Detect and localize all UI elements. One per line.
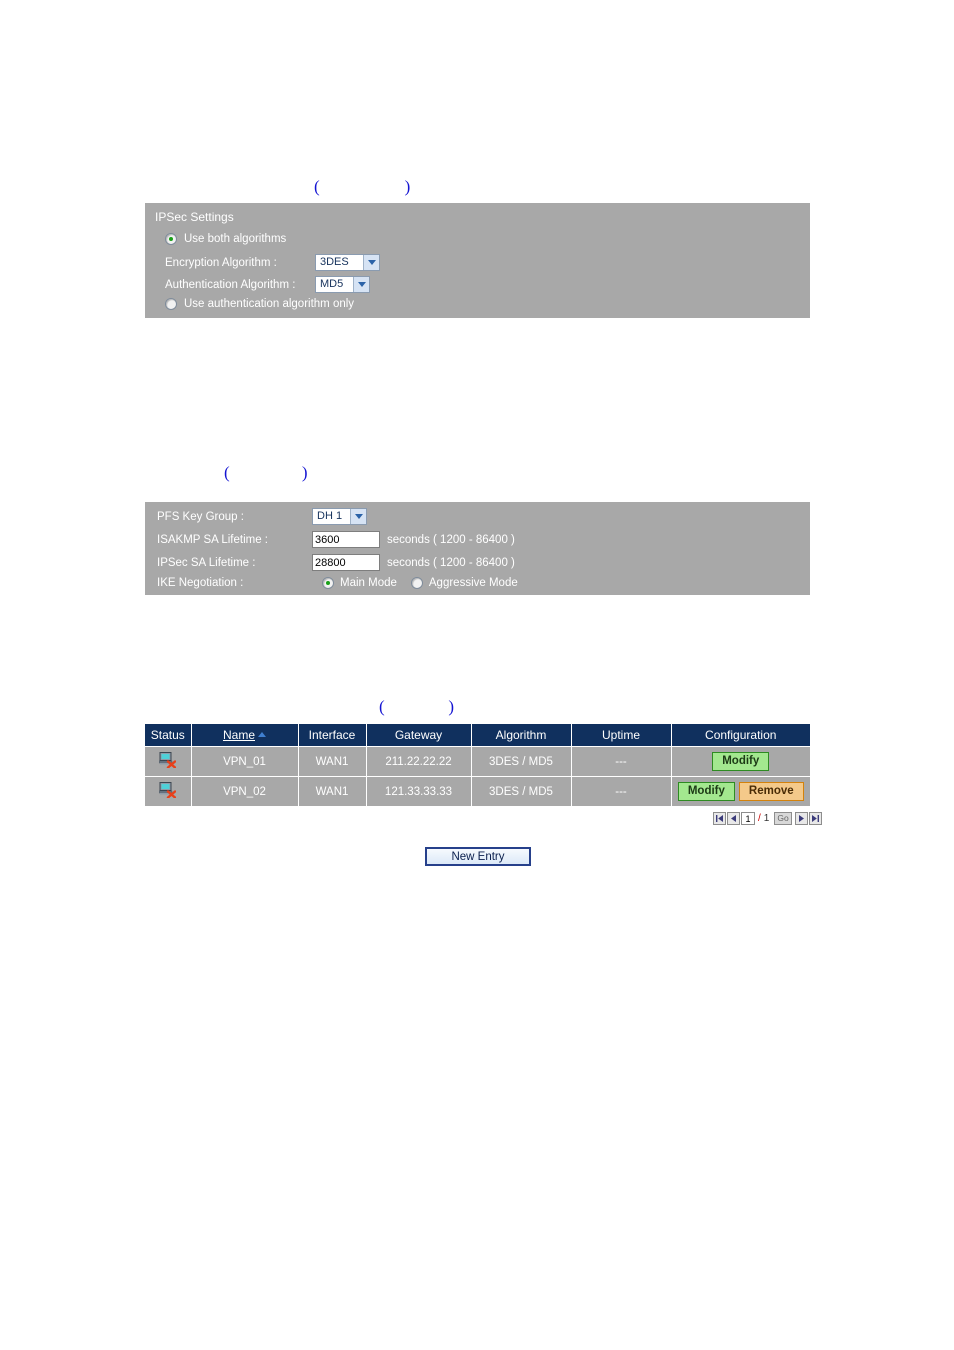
encryption-algorithm-select[interactable]: 3DES <box>315 254 380 271</box>
cell-configuration: Modify Remove <box>671 776 810 806</box>
modify-button[interactable]: Modify <box>677 782 735 801</box>
pfs-key-group-row: PFS Key Group : DH 1 <box>157 508 367 525</box>
isakmp-sa-lifetime-label: ISAKMP SA Lifetime : <box>157 533 269 546</box>
ike-negotiation-row: IKE Negotiation : Main Mode Aggressive M… <box>157 577 518 589</box>
radio-aggressive-mode[interactable] <box>410 577 423 589</box>
ike-main-mode-option[interactable]: Main Mode <box>322 577 397 589</box>
chevron-down-icon[interactable] <box>363 255 379 270</box>
authentication-algorithm-value: MD5 <box>320 278 344 290</box>
use-both-algorithms-option[interactable]: Use both algorithms <box>165 233 286 245</box>
authentication-algorithm-row: Authentication Algorithm : MD5 <box>165 276 370 293</box>
caption-ipsec-settings: ( ) <box>314 177 411 196</box>
ipsec-settings-panel: IPSec Settings Use both algorithms Encry… <box>145 203 810 318</box>
advanced-settings-panel: PFS Key Group : DH 1 ISAKMP SA Lifetime … <box>145 502 810 595</box>
caption-advanced-settings: ( ) <box>224 463 308 482</box>
encryption-algorithm-value: 3DES <box>320 256 349 268</box>
cell-status <box>145 776 192 806</box>
column-header-algorithm: Algorithm <box>471 724 572 747</box>
encryption-algorithm-label: Encryption Algorithm : <box>165 256 277 269</box>
table-row: VPN_02 WAN1 121.33.33.33 3DES / MD5 --- … <box>145 776 810 806</box>
cell-interface: WAN1 <box>298 776 367 806</box>
cell-algorithm: 3DES / MD5 <box>471 746 572 777</box>
cell-gateway: 211.22.22.22 <box>366 746 472 777</box>
main-mode-label: Main Mode <box>340 577 397 589</box>
caption-vpn-list: ( ) <box>379 697 455 716</box>
vpn-tunnel-table: Status Name Interface Gateway Algorithm … <box>145 724 810 806</box>
radio-main-mode[interactable] <box>322 577 334 589</box>
cell-uptime: --- <box>571 746 672 777</box>
column-header-name[interactable]: Name <box>191 724 299 747</box>
table-header-row: Status Name Interface Gateway Algorithm … <box>145 724 810 747</box>
go-button[interactable]: Go <box>774 812 792 825</box>
last-page-icon[interactable] <box>808 812 822 825</box>
ipsec-settings-title: IPSec Settings <box>155 210 234 224</box>
sort-by-name-link[interactable]: Name <box>223 728 255 742</box>
column-header-uptime: Uptime <box>571 724 672 747</box>
pfs-key-group-select[interactable]: DH 1 <box>312 508 367 525</box>
pfs-key-group-value: DH 1 <box>317 510 343 522</box>
ipsec-sa-lifetime-input[interactable] <box>312 554 380 571</box>
chevron-down-icon[interactable] <box>350 509 366 524</box>
isakmp-sa-lifetime-row: ISAKMP SA Lifetime : seconds ( 1200 - 86… <box>157 531 515 548</box>
column-header-gateway: Gateway <box>366 724 472 747</box>
chevron-down-icon[interactable] <box>353 277 369 292</box>
ipsec-sa-lifetime-row: IPSec SA Lifetime : seconds ( 1200 - 864… <box>157 554 515 571</box>
computer-disconnected-icon <box>159 752 177 769</box>
aggressive-mode-label: Aggressive Mode <box>428 577 518 589</box>
cell-name: VPN_01 <box>191 746 299 777</box>
previous-page-icon[interactable] <box>727 812 740 825</box>
column-header-configuration: Configuration <box>671 724 810 747</box>
authentication-algorithm-label: Authentication Algorithm : <box>165 278 296 291</box>
radio-use-authentication-only[interactable] <box>165 298 177 310</box>
ike-aggressive-mode-option[interactable]: Aggressive Mode <box>410 577 518 589</box>
column-header-status: Status <box>145 724 192 747</box>
new-entry-button[interactable]: New Entry <box>425 847 531 866</box>
total-pages-label: 1 <box>763 813 770 824</box>
first-page-icon[interactable] <box>713 812 726 825</box>
use-authentication-only-option[interactable]: Use authentication algorithm only <box>165 298 354 310</box>
isakmp-sa-lifetime-input[interactable] <box>312 531 380 548</box>
pfs-key-group-label: PFS Key Group : <box>157 510 244 523</box>
cell-uptime: --- <box>571 776 672 806</box>
cell-algorithm: 3DES / MD5 <box>471 776 572 806</box>
ipsec-sa-lifetime-hint: seconds ( 1200 - 86400 ) <box>387 556 515 569</box>
ike-negotiation-label: IKE Negotiation : <box>157 577 244 589</box>
pagination-control: / 1 Go <box>713 812 822 825</box>
use-authentication-only-label: Use authentication algorithm only <box>184 298 355 310</box>
page-separator: / <box>758 813 761 824</box>
new-entry-label: New Entry <box>451 850 505 863</box>
table-row: VPN_01 WAN1 211.22.22.22 3DES / MD5 --- … <box>145 746 810 777</box>
radio-use-both-algorithms[interactable] <box>165 233 177 245</box>
cell-status <box>145 746 192 777</box>
cell-gateway: 121.33.33.33 <box>366 776 472 806</box>
ipsec-sa-lifetime-label: IPSec SA Lifetime : <box>157 556 256 569</box>
use-both-algorithms-label: Use both algorithms <box>184 233 287 245</box>
encryption-algorithm-row: Encryption Algorithm : 3DES <box>165 254 380 271</box>
authentication-algorithm-select[interactable]: MD5 <box>315 276 370 293</box>
modify-button[interactable]: Modify <box>712 752 770 771</box>
computer-disconnected-icon <box>159 782 177 799</box>
sort-ascending-icon <box>258 732 266 737</box>
next-page-icon[interactable] <box>794 812 808 825</box>
cell-configuration: Modify <box>671 746 810 777</box>
remove-button[interactable]: Remove <box>738 782 804 801</box>
isakmp-sa-lifetime-hint: seconds ( 1200 - 86400 ) <box>387 533 515 546</box>
cell-name: VPN_02 <box>191 776 299 806</box>
page-number-input[interactable] <box>741 812 755 825</box>
cell-interface: WAN1 <box>298 746 367 777</box>
column-header-interface: Interface <box>298 724 367 747</box>
